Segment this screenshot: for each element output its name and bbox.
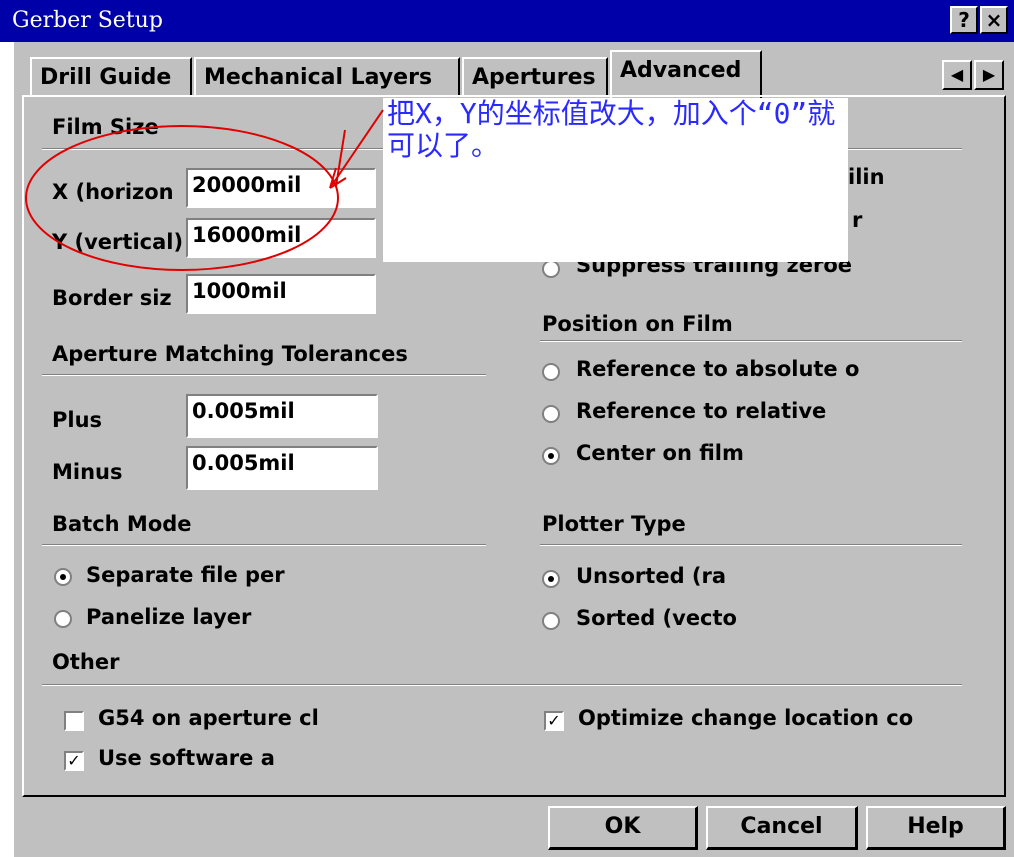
cancel-button[interactable]: Cancel xyxy=(706,806,858,850)
help-button[interactable]: Help xyxy=(866,806,1006,850)
annotation-markup xyxy=(25,109,384,271)
annotation-circle xyxy=(25,125,339,271)
ok-button[interactable]: OK xyxy=(548,806,698,850)
annotation-arrow-2 xyxy=(335,129,346,187)
